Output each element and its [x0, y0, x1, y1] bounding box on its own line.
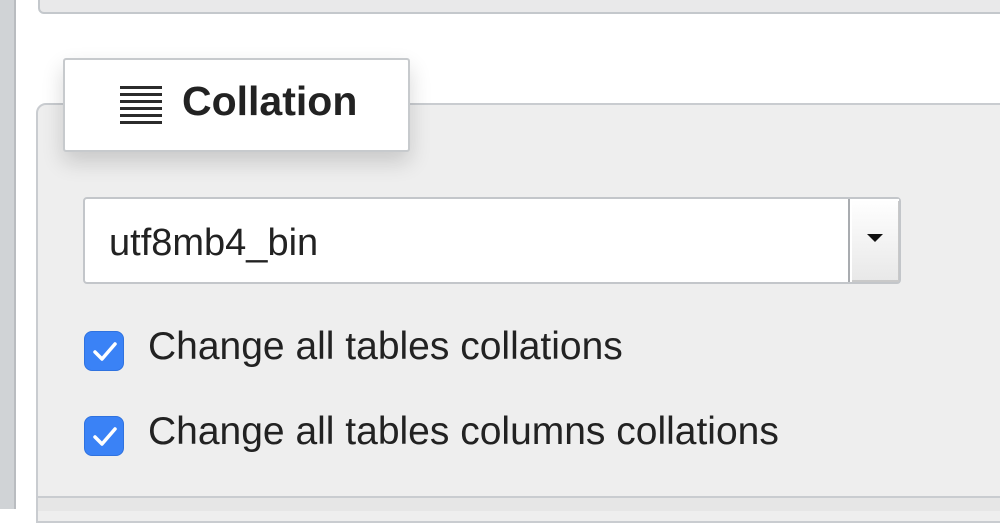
collation-select-dropdown-button[interactable]: [848, 199, 899, 282]
collation-select-value: utf8mb4_bin: [109, 222, 319, 264]
change-tables-collations-checkbox[interactable]: [84, 331, 124, 371]
checkmark-icon: [93, 342, 117, 361]
previous-section-panel: [38, 0, 1000, 14]
collation-fieldset: [36, 103, 1000, 523]
dropdown-arrow-icon: [867, 234, 883, 242]
list-icon: [120, 86, 162, 124]
change-tables-collations-label[interactable]: Change all tables collations: [148, 324, 623, 370]
collation-title: Collation: [182, 78, 358, 124]
left-rail: [0, 0, 16, 509]
checkmark-icon: [93, 427, 117, 446]
change-columns-collations-checkbox[interactable]: [84, 416, 124, 456]
change-columns-collations-label[interactable]: Change all tables columns collations: [148, 409, 779, 455]
